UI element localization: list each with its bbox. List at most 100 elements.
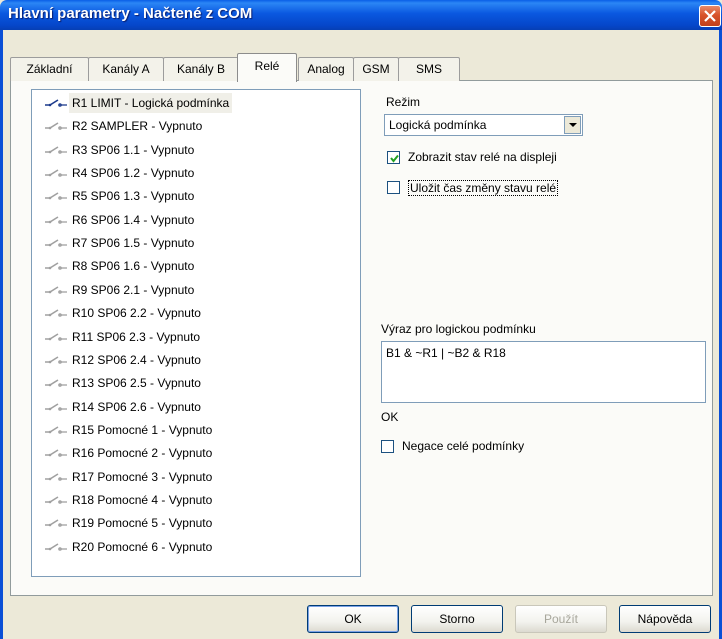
help-button[interactable]: Nápověda [619,605,711,633]
apply-button[interactable]: Použít [515,605,607,633]
relay-label: R9 SP06 2.1 - Vypnuto [72,282,195,297]
expression-status: OK [381,410,399,424]
expression-value: B1 & ~R1 | ~B2 & R18 [386,346,506,360]
title-bar[interactable]: Hlavní parametry - Načtené z COM [0,0,722,30]
relay-switch-icon [45,286,67,294]
relay-label: R18 Pomocné 4 - Vypnuto [72,492,213,507]
relay-list-item[interactable]: R4 SP06 1.2 - Vypnuto [44,163,354,183]
save-time-label[interactable]: Uložit čas změny stavu relé [408,180,559,196]
relay-list-item[interactable]: R18 Pomocné 4 - Vypnuto [44,490,354,510]
negate-label[interactable]: Negace celé podmínky [402,439,524,453]
dialog-window: Hlavní parametry - Načtené z COM Základn… [0,0,722,639]
tab-label: Základní [26,62,73,76]
relay-label: R11 SP06 2.3 - Vypnuto [72,329,201,344]
relay-list-item[interactable]: R20 Pomocné 6 - Vypnuto [44,537,354,557]
relay-switch-icon [45,402,67,411]
relay-switch-icon [45,496,67,504]
tab-label: SMS [415,62,442,76]
relay-list-item[interactable]: R19 Pomocné 5 - Vypnuto [44,513,354,533]
checkmark-icon [390,154,399,163]
show-on-display-label[interactable]: Zobrazit stav relé na displeji [408,150,557,164]
tab-label: Kanály A [102,62,150,76]
tab-kanaly-a[interactable]: Kanály A [88,57,164,81]
relay-label: R16 Pomocné 2 - Vypnuto [72,446,213,461]
tab-rele[interactable]: Relé [237,53,297,82]
relay-list-item[interactable]: R14 SP06 2.6 - Vypnuto [44,397,354,417]
close-button[interactable] [699,5,721,27]
save-time-checkbox[interactable] [387,181,400,194]
relay-switch-icon [45,239,67,247]
tab-sms[interactable]: SMS [398,57,460,81]
relay-label: R8 SP06 1.6 - Vypnuto [72,259,195,274]
relay-label: R20 Pomocné 6 - Vypnuto [72,539,213,554]
relay-label: R4 SP06 1.2 - Vypnuto [72,166,195,181]
negate-checkbox[interactable] [381,440,394,453]
relay-list-item[interactable]: R8 SP06 1.6 - Vypnuto [44,256,354,276]
relay-switch-icon [45,449,67,458]
tab-label: Analog [307,62,345,76]
relay-switch-icon [45,216,67,224]
cancel-button[interactable]: Storno [411,605,503,633]
relay-list-item[interactable]: R6 SP06 1.4 - Vypnuto [44,210,354,230]
relay-list-item[interactable]: R9 SP06 2.1 - Vypnuto [44,280,354,300]
relay-list-item[interactable]: R10 SP06 2.2 - Vypnuto [44,303,354,323]
relay-switch-icon [45,332,67,341]
relay-label: R19 Pomocné 5 - Vypnuto [72,516,213,531]
relay-switch-icon [45,192,67,201]
relay-label: R6 SP06 1.4 - Vypnuto [72,212,195,227]
tab-zakladni[interactable]: Základní [10,57,89,81]
relay-list-item[interactable]: R7 SP06 1.5 - Vypnuto [44,233,354,253]
mode-select-arrow[interactable] [564,116,581,134]
relay-label: R10 SP06 2.2 - Vypnuto [72,306,201,321]
relay-label: R1 LIMIT - Logická podmínka [69,93,233,113]
relay-switch-icon [45,122,67,131]
tab-analog[interactable]: Analog [298,57,354,81]
relay-list-item[interactable]: R2 SAMPLER - Vypnuto [44,116,354,136]
relay-list-item[interactable]: R15 Pomocné 1 - Vypnuto [44,420,354,440]
relay-switch-icon [45,99,67,107]
relay-switch-icon [45,169,67,177]
relay-label: R5 SP06 1.3 - Vypnuto [72,189,195,204]
relay-label: R3 SP06 1.1 - Vypnuto [72,142,195,157]
tab-label: Kanály B [176,62,226,76]
ok-button[interactable]: OK [307,605,399,633]
mode-label: Režim [386,95,421,109]
window-title: Hlavní parametry - Načtené z COM [8,5,253,22]
expression-label: Výraz pro logickou podmínku [381,322,536,336]
relay-switch-icon [45,379,67,387]
relay-switch-icon [45,262,67,271]
expression-input[interactable]: B1 & ~R1 | ~B2 & R18 [381,341,706,403]
relay-label: R7 SP06 1.5 - Vypnuto [72,236,195,251]
window-frame-left [0,30,3,639]
relay-label: R15 Pomocné 1 - Vypnuto [72,422,213,437]
relay-list-item[interactable]: R3 SP06 1.1 - Vypnuto [44,140,354,160]
relay-label: R2 SAMPLER - Vypnuto [72,119,203,134]
show-on-display-checkbox[interactable] [387,151,400,164]
relay-switch-icon [45,426,67,434]
relay-label: R17 Pomocné 3 - Vypnuto [72,469,213,484]
relay-list-item[interactable]: R17 Pomocné 3 - Vypnuto [44,467,354,487]
relay-list-item[interactable]: R13 SP06 2.5 - Vypnuto [44,373,354,393]
relay-label: R14 SP06 2.6 - Vypnuto [72,399,201,414]
relay-switch-icon [45,146,67,154]
relay-list-item[interactable]: R11 SP06 2.3 - Vypnuto [44,327,354,347]
relay-list-item[interactable]: R5 SP06 1.3 - Vypnuto [44,186,354,206]
relay-switch-icon [45,472,67,481]
relay-switch-icon [45,519,67,528]
tab-label: Relé [254,59,280,73]
tab-gsm[interactable]: GSM [353,57,399,81]
tab-label: GSM [362,62,390,76]
mode-select[interactable]: Logická podmínka [384,114,583,136]
relay-list-item[interactable]: R1 LIMIT - Logická podmínka [44,93,354,113]
close-icon [704,10,716,22]
chevron-down-icon [569,123,577,127]
relay-switch-icon [45,542,67,551]
tab-kanaly-b[interactable]: Kanály B [163,57,239,81]
relay-list-item[interactable]: R12 SP06 2.4 - Vypnuto [44,350,354,370]
relay-list-item[interactable]: R16 Pomocné 2 - Vypnuto [44,443,354,463]
relay-label: R13 SP06 2.5 - Vypnuto [72,376,201,391]
relay-switch-icon [45,309,67,317]
relay-label: R12 SP06 2.4 - Vypnuto [72,352,201,367]
relay-list[interactable]: R1 LIMIT - Logická podmínka R2 SAMPLER - … [31,89,361,577]
relay-switch-icon [45,356,67,364]
